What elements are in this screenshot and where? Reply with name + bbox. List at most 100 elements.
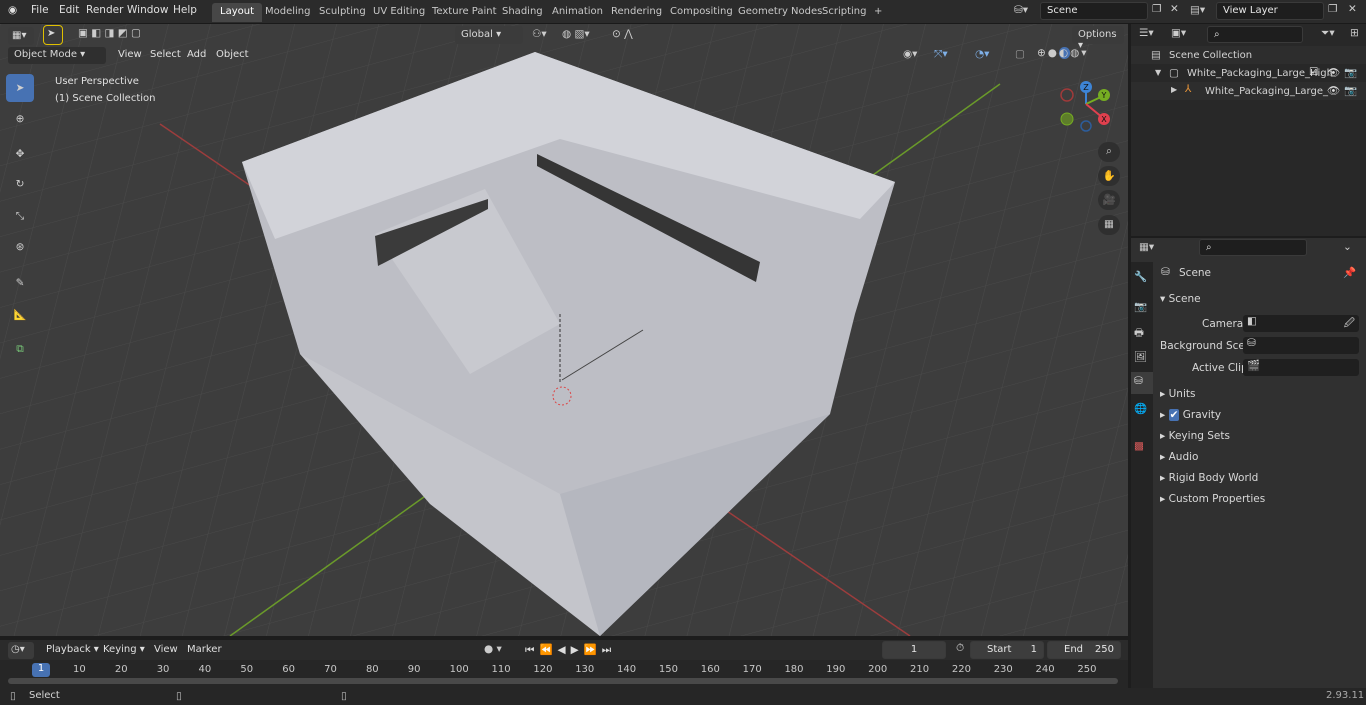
view-layer-icon[interactable]: ▤▾ [1190, 4, 1205, 16]
menu-marker[interactable]: Marker [187, 644, 222, 655]
new-collection-icon[interactable]: ⊞ [1350, 27, 1359, 39]
scene-tab-icon[interactable]: ⛁ [1131, 372, 1153, 394]
editor-type-icon[interactable]: ▦▾ [8, 27, 34, 45]
select-tool-icon[interactable]: ➤ [43, 25, 63, 45]
tab-texture-paint[interactable]: Texture Paint [424, 3, 505, 22]
options-button[interactable]: Options ▾ [1072, 26, 1124, 51]
gravity-checkbox[interactable]: ✔ [1168, 409, 1180, 421]
camera-render-icon[interactable]: 📷 [1344, 84, 1357, 97]
stopwatch-icon[interactable]: ⏱ [956, 642, 964, 655]
audio-panel[interactable]: ▸ Audio [1160, 451, 1198, 463]
xray-icon[interactable]: ▢ [1015, 48, 1025, 60]
blender-logo-icon[interactable]: ◉ [8, 4, 17, 16]
measure-tool[interactable]: 📐 [6, 300, 34, 328]
pin-icon[interactable]: 📌 [1343, 266, 1356, 279]
tab-rendering[interactable]: Rendering [603, 3, 670, 22]
texture-tab-icon[interactable]: ▩ [1134, 440, 1144, 452]
active-clip-field[interactable]: 🎬 [1243, 359, 1359, 376]
visibility-icon[interactable]: ◉▾ [903, 48, 917, 60]
tab-shading[interactable]: Shading [494, 3, 551, 22]
eye-icon[interactable]: 👁 [1327, 84, 1340, 97]
current-frame-field[interactable]: 1 [882, 641, 946, 659]
transform-tool[interactable]: ⊛ [6, 233, 34, 261]
rotate-tool[interactable]: ↻ [6, 170, 34, 198]
shading-mode-icons[interactable]: ⊕●◐◍▾ [1037, 47, 1089, 59]
scene-icon[interactable]: ⛁▾ [1014, 4, 1028, 16]
outliner-editor-icon[interactable]: ☰▾ [1139, 27, 1154, 39]
output-tab-icon[interactable]: 🖶 [1134, 325, 1144, 343]
pan-hand-icon[interactable]: ✋ [1098, 166, 1120, 186]
end-frame-field[interactable]: End 250 [1047, 641, 1121, 659]
navigation-gizmo[interactable]: Z Y X [1055, 78, 1125, 138]
outliner-root[interactable]: Scene Collection [1169, 50, 1252, 61]
overlay-toggle-icon[interactable]: ◔▾ [975, 48, 989, 60]
delete-scene-icon[interactable]: ✕ [1170, 3, 1179, 15]
proportional-edit-icon[interactable]: ⊙ ⋀ [612, 28, 633, 40]
keying-sets-panel[interactable]: ▸ Keying Sets [1160, 430, 1230, 442]
transform-orientation-select[interactable]: Global ▾ [455, 26, 523, 44]
timeline-scrollbar[interactable] [8, 678, 1118, 684]
menu-edit[interactable]: Edit [59, 4, 79, 16]
menu-object[interactable]: Object [216, 49, 249, 60]
scene-field[interactable]: Scene [1040, 2, 1148, 20]
new-scene-icon[interactable]: ❐ [1152, 3, 1161, 15]
menu-timeline-view[interactable]: View [154, 644, 178, 655]
properties-editor-icon[interactable]: ▦▾ [1139, 241, 1154, 253]
rigid-body-world-panel[interactable]: ▸ Rigid Body World [1160, 472, 1258, 484]
timeline-editor-icon[interactable]: ◷▾ [8, 642, 34, 659]
tab-layout[interactable]: Layout [212, 3, 262, 22]
playback-controls[interactable]: ⏮⏪◀▶⏩⏭ [525, 643, 616, 657]
render-tab-icon[interactable]: 📷 [1134, 300, 1147, 313]
display-mode-icon[interactable]: ▣▾ [1171, 27, 1186, 39]
scale-tool[interactable]: ⤡ [6, 202, 34, 230]
camera-field[interactable]: ◧ 🖉 [1243, 315, 1359, 332]
units-panel[interactable]: ▸ Units [1160, 388, 1195, 400]
mode-select[interactable]: Object Mode ▾ [8, 47, 106, 64]
add-cube-tool[interactable]: ⧉ [6, 335, 34, 363]
menu-render[interactable]: Render [86, 4, 123, 16]
properties-options-icon[interactable]: ⌄ [1343, 241, 1352, 253]
cursor-tool[interactable]: ⊕ [6, 105, 34, 133]
tab-animation[interactable]: Animation [544, 3, 611, 22]
frame-marker[interactable]: 1 [32, 663, 50, 677]
menu-playback[interactable]: Playback ▾ [46, 644, 99, 655]
tool-tab-icon[interactable]: 🔧 [1134, 270, 1147, 283]
camera-view-icon[interactable]: 🎥 [1098, 190, 1120, 210]
properties-search-input[interactable]: ⌕ [1199, 239, 1307, 256]
start-frame-field[interactable]: Start 1 [970, 641, 1044, 659]
world-tab-icon[interactable]: 🌐 [1134, 402, 1147, 415]
delete-view-layer-icon[interactable]: ✕ [1348, 3, 1357, 15]
eye-icon[interactable]: 👁 [1327, 66, 1340, 79]
scene-panel-header[interactable]: ▾ Scene [1160, 293, 1201, 305]
menu-add[interactable]: Add [187, 49, 206, 60]
pivot-icon[interactable]: ⚇▾ [532, 28, 547, 40]
menu-help[interactable]: Help [173, 4, 197, 16]
move-tool[interactable]: ✥ [6, 140, 34, 168]
tab-modeling[interactable]: Modeling [257, 3, 319, 22]
select-box-tool[interactable]: ➤ [6, 74, 34, 102]
filter-icon[interactable]: ⏷▾ [1321, 27, 1335, 40]
eyedropper-icon[interactable]: 🖉 [1344, 315, 1355, 333]
record-icon[interactable]: ● ▾ [484, 643, 502, 655]
annotate-tool[interactable]: ✎ [6, 269, 34, 297]
camera-render-icon[interactable]: 📷 [1344, 66, 1357, 79]
custom-properties-panel[interactable]: ▸ Custom Properties [1160, 493, 1265, 505]
tab-uv-editing[interactable]: UV Editing [365, 3, 433, 22]
gizmo-toggle-icon[interactable]: ⤧▾ [934, 48, 948, 61]
outliner-item-object[interactable]: White_Packaging_Large_ [1205, 86, 1328, 97]
snap-icon[interactable]: ◍ ▧▾ [562, 28, 590, 40]
add-workspace-button[interactable]: + [866, 3, 890, 22]
menu-window[interactable]: Window [127, 4, 168, 16]
view-layer-tab-icon[interactable]: 🖼 [1134, 350, 1147, 363]
menu-file[interactable]: File [31, 4, 49, 16]
expand-arrow-icon[interactable]: ▶ [1171, 85, 1177, 94]
view-layer-field[interactable]: View Layer [1216, 2, 1324, 20]
outliner-search-input[interactable]: ⌕ [1207, 26, 1303, 43]
tab-compositing[interactable]: Compositing [662, 3, 741, 22]
zoom-icon[interactable]: ⌕ [1098, 142, 1120, 162]
perspective-toggle-icon[interactable]: ▦ [1098, 215, 1120, 235]
gravity-panel[interactable]: ▸ ✔ Gravity [1160, 409, 1221, 421]
menu-keying[interactable]: Keying ▾ [103, 644, 145, 655]
expand-arrow-icon[interactable]: ▼ [1155, 68, 1161, 77]
checkbox-icon[interactable]: ☑ [1309, 66, 1318, 78]
